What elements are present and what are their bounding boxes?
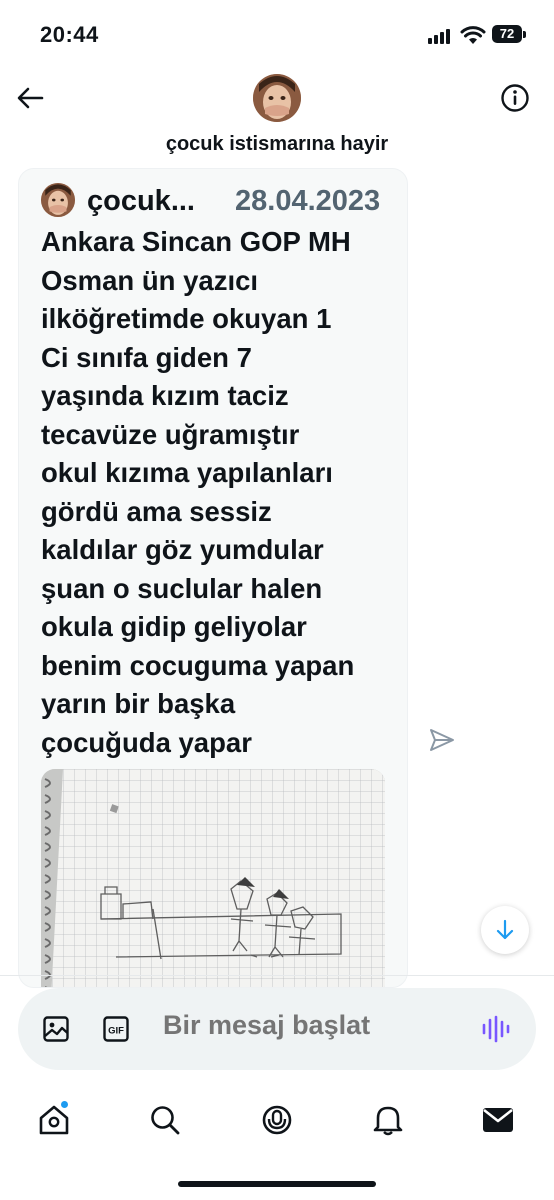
- post-author-avatar: [41, 183, 75, 217]
- conversation-info-button[interactable]: [495, 80, 535, 116]
- gif-icon: GIF: [103, 1016, 129, 1042]
- shared-post-bubble[interactable]: çocuk... 28.04.2023 Ankara Sincan GOP MH…: [18, 168, 408, 988]
- scroll-to-bottom-button[interactable]: [481, 906, 529, 954]
- post-date: 28.04.2023: [235, 185, 381, 217]
- search-icon: [151, 1106, 180, 1135]
- back-button[interactable]: [10, 80, 50, 116]
- tab-notifications[interactable]: [366, 1098, 410, 1142]
- post-image[interactable]: [41, 769, 385, 987]
- arrow-down-icon: [496, 919, 514, 940]
- message-input[interactable]: [163, 1010, 463, 1041]
- home-indicator[interactable]: [178, 1181, 376, 1187]
- tab-spaces[interactable]: [255, 1098, 299, 1142]
- tab-search[interactable]: [143, 1098, 187, 1142]
- battery-icon: 72: [492, 25, 522, 43]
- notifications-icon: [373, 1106, 403, 1136]
- voice-message-button[interactable]: [481, 1014, 511, 1049]
- add-gif-button[interactable]: GIF: [102, 1015, 130, 1048]
- conversation-avatar[interactable]: [253, 74, 301, 122]
- bottom-tab-bar: [0, 1090, 554, 1150]
- image-icon: [43, 1016, 69, 1042]
- arrow-left-icon: [17, 87, 44, 109]
- cellular-signal-icon: [428, 28, 454, 44]
- messages-icon: [483, 1108, 513, 1132]
- add-photo-button[interactable]: [42, 1015, 70, 1048]
- status-bar: 20:44 72: [0, 0, 554, 70]
- spaces-icon: [262, 1105, 292, 1135]
- tab-home[interactable]: [32, 1098, 76, 1142]
- battery-level: 72: [499, 26, 515, 41]
- message-composer: GIF: [18, 988, 536, 1070]
- info-circle-icon: [501, 84, 529, 112]
- share-post-button[interactable]: [428, 727, 456, 758]
- status-time: 20:44: [40, 22, 99, 47]
- send-icon: [430, 729, 454, 751]
- composer-divider: [0, 975, 554, 976]
- tab-messages[interactable]: [476, 1098, 520, 1142]
- svg-text:GIF: GIF: [108, 1026, 124, 1037]
- voice-waveform-icon: [482, 1015, 510, 1043]
- post-author-name: çocuk...: [87, 185, 195, 217]
- conversation-title[interactable]: çocuk istismarına hayir: [0, 133, 554, 156]
- wifi-icon: [460, 26, 486, 44]
- post-text: Ankara Sincan GOP MH Osman ün yazıcı ilk…: [41, 226, 355, 758]
- home-notification-dot: [60, 1100, 69, 1109]
- shared-post-header: çocuk... 28.04.2023: [41, 183, 401, 219]
